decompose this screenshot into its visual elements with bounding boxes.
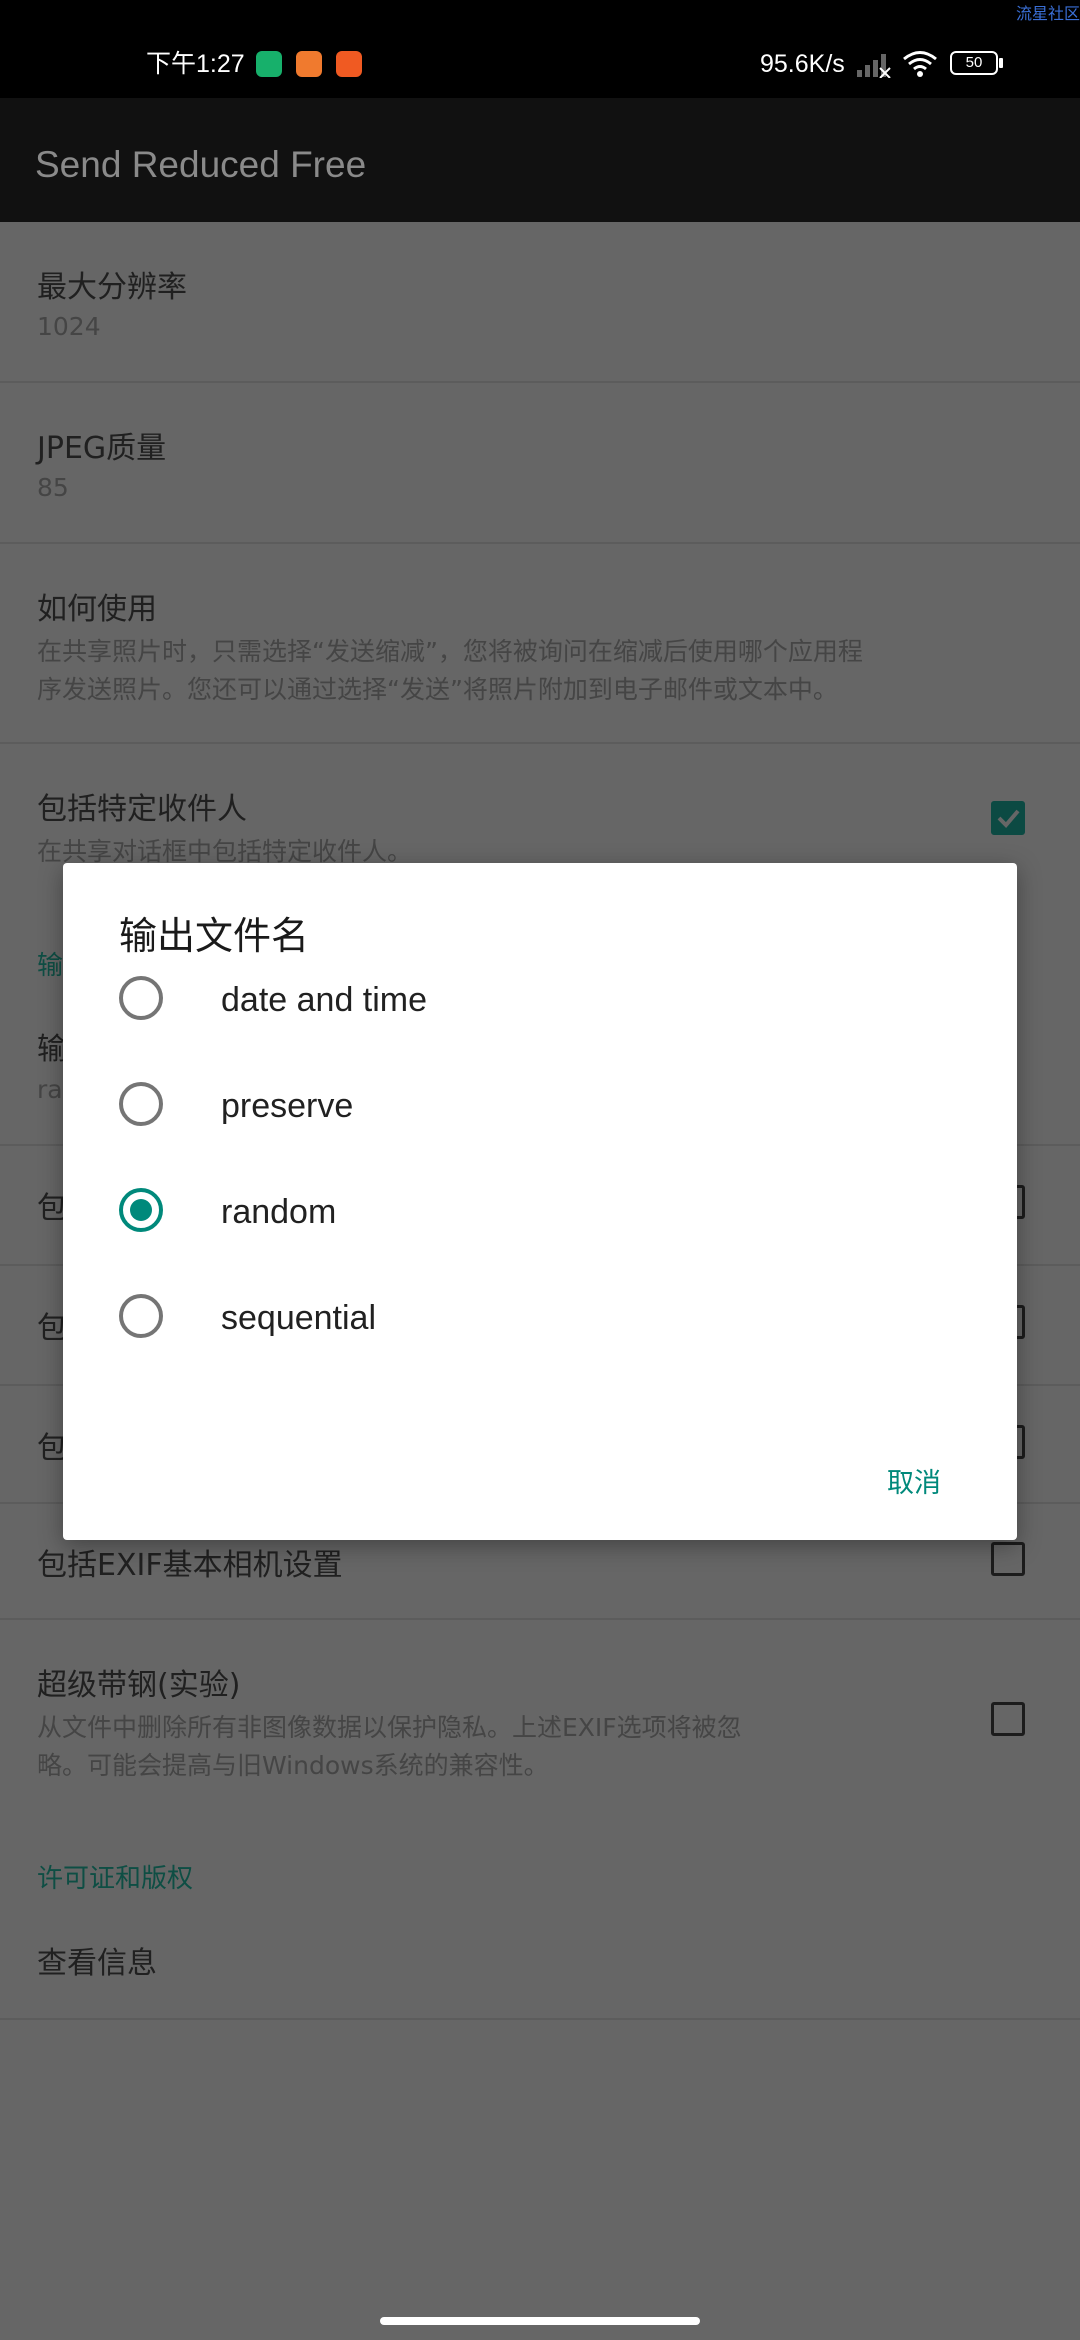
pref-title: 如何使用 xyxy=(37,592,157,627)
battery-level: 50 xyxy=(965,54,983,71)
super-strip-checkbox[interactable] xyxy=(991,1702,1025,1736)
home-indicator[interactable] xyxy=(380,2317,700,2325)
shopping-app-icon xyxy=(296,51,322,77)
pref-title: JPEG质量 xyxy=(37,431,167,466)
pref-how-to-use[interactable]: 如何使用 在共享照片时，只需选择“发送缩减”，您将被询问在缩减后使用哪个应用程 … xyxy=(0,544,1080,742)
pref-title: 包括特定收件人 xyxy=(37,792,247,827)
pref-summary-line: 略。可能会提高与旧Windows系统的兼容性。 xyxy=(37,1751,549,1780)
app-title: Send Reduced Free xyxy=(35,144,367,185)
output-filename-dialog: 输出文件名 date and time preserve random sequ… xyxy=(63,863,1017,1540)
battery-icon: 50 xyxy=(950,51,998,75)
pref-value: 85 xyxy=(37,473,69,502)
radio-button[interactable] xyxy=(119,976,163,1020)
pref-title: 包括EXIF基本相机设置 xyxy=(37,1548,343,1583)
option-label: random xyxy=(221,1193,337,1231)
option-date-and-time[interactable]: date and time xyxy=(63,945,1017,1051)
pref-title: 查看信息 xyxy=(37,1946,157,1981)
radio-button-selected[interactable] xyxy=(119,1188,163,1232)
recipients-checkbox[interactable] xyxy=(991,801,1025,835)
pref-max-resolution[interactable]: 最大分辨率 1024 xyxy=(0,222,1080,382)
pref-title: 最大分辨率 xyxy=(37,270,187,305)
pref-jpeg-quality[interactable]: JPEG质量 85 xyxy=(0,383,1080,543)
exif-basic-checkbox[interactable] xyxy=(991,1542,1025,1576)
battery-tip xyxy=(999,58,1003,68)
section-header-license: 许可证和版权 xyxy=(37,1864,194,1894)
pref-summary-line: 序发送照片。您还可以通过选择“发送”将照片附加到电子邮件或文本中。 xyxy=(37,675,838,704)
option-label: preserve xyxy=(221,1087,354,1125)
app-bar: Send Reduced Free xyxy=(0,98,1080,222)
corner-watermark: 流星社区 xyxy=(1015,4,1080,23)
grid-app-icon xyxy=(336,51,362,77)
status-time: 下午1:27 xyxy=(146,50,245,78)
pref-value-partial: ra xyxy=(37,1075,63,1104)
status-bar: 流星社区 下午1:27 95.6K/s 50 xyxy=(0,0,1080,98)
pref-summary-line: 在共享照片时，只需选择“发送缩减”，您将被询问在缩减后使用哪个应用程 xyxy=(37,637,863,666)
section-header-output: 输 xyxy=(37,951,64,981)
shield-app-icon xyxy=(256,51,282,77)
wifi-icon xyxy=(903,51,937,77)
pref-summary-line: 从文件中删除所有非图像数据以保护隐私。上述EXIF选项将被忽 xyxy=(37,1713,742,1742)
radio-button[interactable] xyxy=(119,1294,163,1338)
option-sequential[interactable]: sequential xyxy=(63,1263,1017,1369)
radio-button[interactable] xyxy=(119,1082,163,1126)
divider xyxy=(0,2018,1080,2020)
pref-super-strip[interactable]: 超级带钢(实验) 从文件中删除所有非图像数据以保护隐私。上述EXIF选项将被忽 … xyxy=(0,1620,1080,1820)
pref-title: 超级带钢(实验) xyxy=(37,1668,241,1703)
option-random[interactable]: random xyxy=(63,1157,1017,1263)
option-label: sequential xyxy=(221,1299,377,1337)
pref-view-info[interactable]: 查看信息 xyxy=(0,1920,1080,2018)
cancel-button[interactable]: 取消 xyxy=(881,1455,947,1506)
option-preserve[interactable]: preserve xyxy=(63,1051,1017,1157)
pref-value: 1024 xyxy=(37,312,101,341)
signal-icon xyxy=(857,54,891,78)
option-label: date and time xyxy=(221,981,428,1019)
network-speed: 95.6K/s xyxy=(760,50,845,78)
check-icon xyxy=(997,809,1020,828)
